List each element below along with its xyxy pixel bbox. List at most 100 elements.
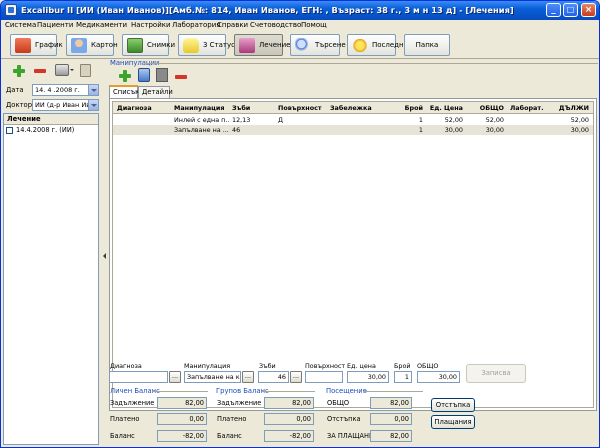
add-icon[interactable] bbox=[13, 65, 25, 77]
folder-button[interactable]: Папка bbox=[404, 34, 450, 56]
visit-title: Посещение bbox=[326, 387, 367, 395]
tooth-status-button[interactable]: 3 Статус bbox=[178, 34, 235, 56]
doctor-select[interactable]: ИИ (д-р Иван Иван bbox=[32, 99, 99, 111]
personal-paid-field: 0,00 bbox=[157, 413, 207, 425]
save-button[interactable]: Записва bbox=[466, 364, 526, 383]
menu-settings[interactable]: Настройки bbox=[131, 21, 171, 29]
print-icon[interactable] bbox=[55, 64, 69, 76]
search-button[interactable]: Търсене bbox=[290, 34, 346, 56]
divider bbox=[262, 391, 315, 392]
edit-document-icon[interactable] bbox=[138, 68, 150, 82]
col-owed[interactable]: ДЪЛЖИ bbox=[553, 104, 589, 112]
col-note[interactable]: Забележка bbox=[330, 104, 372, 112]
schedule-button[interactable]: График bbox=[10, 34, 63, 56]
table-row[interactable]: Инлей с една п... 12,13 Д 1 52,00 52,00 … bbox=[113, 115, 593, 125]
dropdown-arrow-icon[interactable] bbox=[70, 69, 74, 71]
divider bbox=[146, 63, 598, 64]
col-manipulation[interactable]: Манипулация bbox=[174, 104, 224, 112]
visit-topay-field: 82,00 bbox=[370, 430, 412, 442]
diagnosis-browse-button[interactable]: ... bbox=[169, 371, 181, 383]
xray-images-icon bbox=[127, 37, 143, 53]
group-paid-field: 0,00 bbox=[264, 413, 314, 425]
visit-discount-field: 0,00 bbox=[370, 413, 412, 425]
manipulation-field[interactable]: Запълване на коре bbox=[184, 371, 241, 383]
recent-button[interactable]: Последни bbox=[347, 34, 408, 56]
menu-bar: Система Пациенти Медикаменти Настройки Л… bbox=[1, 20, 599, 31]
teeth-field[interactable]: 46 bbox=[258, 371, 289, 383]
teeth-browse-button[interactable]: ... bbox=[290, 371, 302, 383]
group-balance-label: Баланс bbox=[217, 432, 242, 440]
personal-debt-field: 82,00 bbox=[157, 397, 207, 409]
treatment-icon bbox=[239, 37, 255, 53]
application-window: Excalibur II [ИИ (Иван Иванов)][Амб.№: 8… bbox=[0, 0, 600, 448]
col-surface[interactable]: Повърхност bbox=[278, 104, 322, 112]
main-panel: Манипулации Списък Детайли Диагноза Мани… bbox=[108, 58, 599, 447]
main-toolbar: График Картон Снимки 3 Статус Лечение Тъ… bbox=[1, 31, 599, 59]
panel-splitter[interactable] bbox=[102, 60, 107, 447]
treatment-tree: Лечение 14.4.2008 г. (ИИ) bbox=[3, 113, 99, 445]
surface-field[interactable] bbox=[305, 371, 343, 383]
date-picker[interactable]: 14. 4 .2008 г. bbox=[32, 84, 99, 96]
col-teeth[interactable]: Зъби bbox=[232, 104, 250, 112]
tab-details[interactable]: Детайли bbox=[138, 86, 173, 98]
app-icon bbox=[5, 4, 17, 16]
col-diagnosis[interactable]: Диагноза bbox=[117, 104, 152, 112]
table-row[interactable]: Запълване на ... 46 1 30,00 30,00 30,00 bbox=[113, 125, 593, 135]
group-balance-title: Групов Баланс bbox=[216, 387, 269, 395]
unit-price-field[interactable]: 30,00 bbox=[347, 371, 389, 383]
menu-help[interactable]: Помощ bbox=[301, 21, 327, 29]
treatment-button[interactable]: Лечение bbox=[234, 34, 290, 56]
recent-icon bbox=[352, 37, 368, 53]
doctor-label: Доктор bbox=[6, 101, 33, 109]
checkbox[interactable] bbox=[6, 126, 13, 134]
col-total[interactable]: ОБЩО bbox=[468, 104, 504, 112]
images-button[interactable]: Снимки bbox=[122, 34, 175, 56]
minimize-button[interactable]: _ bbox=[546, 3, 561, 17]
payments-button[interactable]: Плащания bbox=[431, 415, 475, 429]
restore-button[interactable]: □ bbox=[563, 3, 578, 17]
menu-system[interactable]: Система bbox=[5, 21, 36, 29]
tab-list[interactable]: Списък bbox=[109, 85, 139, 98]
chevron-down-icon[interactable] bbox=[88, 85, 98, 95]
personal-paid-label: Платено bbox=[110, 415, 140, 423]
visit-topay-label: ЗА ПЛАЩАНЕ bbox=[327, 432, 374, 440]
divider bbox=[152, 391, 208, 392]
count-label: Брой bbox=[394, 362, 411, 370]
chevron-down-icon[interactable] bbox=[88, 100, 98, 110]
manipulation-browse-button[interactable]: ... bbox=[242, 371, 254, 383]
group-balance-field: -82,00 bbox=[264, 430, 314, 442]
group-debt-field: 82,00 bbox=[264, 397, 314, 409]
menu-medications[interactable]: Медикаменти bbox=[76, 21, 127, 29]
divider bbox=[363, 391, 423, 392]
discount-button[interactable]: Отстъпка bbox=[431, 398, 475, 412]
close-button[interactable]: × bbox=[581, 3, 596, 17]
count-field[interactable]: 1 bbox=[394, 371, 412, 383]
remove-icon[interactable] bbox=[34, 69, 46, 73]
remove-manipulation-icon[interactable] bbox=[175, 75, 187, 79]
left-toolbar bbox=[5, 63, 101, 79]
surface-label: Повърхност bbox=[305, 362, 346, 370]
col-unit-price[interactable]: Ед. Цена bbox=[428, 104, 463, 112]
diagnosis-field[interactable] bbox=[109, 371, 168, 383]
collapse-arrow-icon[interactable] bbox=[103, 253, 106, 259]
tree-item[interactable]: 14.4.2008 г. (ИИ) bbox=[4, 125, 98, 135]
menu-accounting[interactable]: Счетоводство bbox=[250, 21, 301, 29]
total-label: ОБЩО bbox=[417, 362, 439, 370]
visit-total-field: 82,00 bbox=[370, 397, 412, 409]
clipboard-icon[interactable] bbox=[80, 64, 91, 77]
menu-reports[interactable]: Справки bbox=[217, 21, 248, 29]
patient-card-button[interactable]: Картон bbox=[66, 34, 118, 56]
total-field[interactable]: 30,00 bbox=[417, 371, 460, 383]
group-debt-label: Задължение bbox=[217, 399, 262, 407]
title-bar[interactable]: Excalibur II [ИИ (Иван Иванов)][Амб.№: 8… bbox=[1, 1, 599, 20]
menu-patients[interactable]: Пациенти bbox=[37, 21, 73, 29]
unit-price-label: Ед. цена bbox=[347, 362, 376, 370]
window-title: Excalibur II [ИИ (Иван Иванов)][Амб.№: 8… bbox=[21, 5, 514, 15]
grid-header: Диагноза Манипулация Зъби Повърхност Заб… bbox=[113, 102, 593, 114]
disabled-item-icon bbox=[156, 68, 168, 82]
col-count[interactable]: Брой bbox=[399, 104, 423, 112]
col-lab[interactable]: Лаборат. bbox=[510, 104, 544, 112]
tree-header: Лечение bbox=[4, 114, 98, 125]
menu-laboratory[interactable]: Лаборатория bbox=[172, 21, 220, 29]
add-manipulation-icon[interactable] bbox=[119, 70, 131, 82]
